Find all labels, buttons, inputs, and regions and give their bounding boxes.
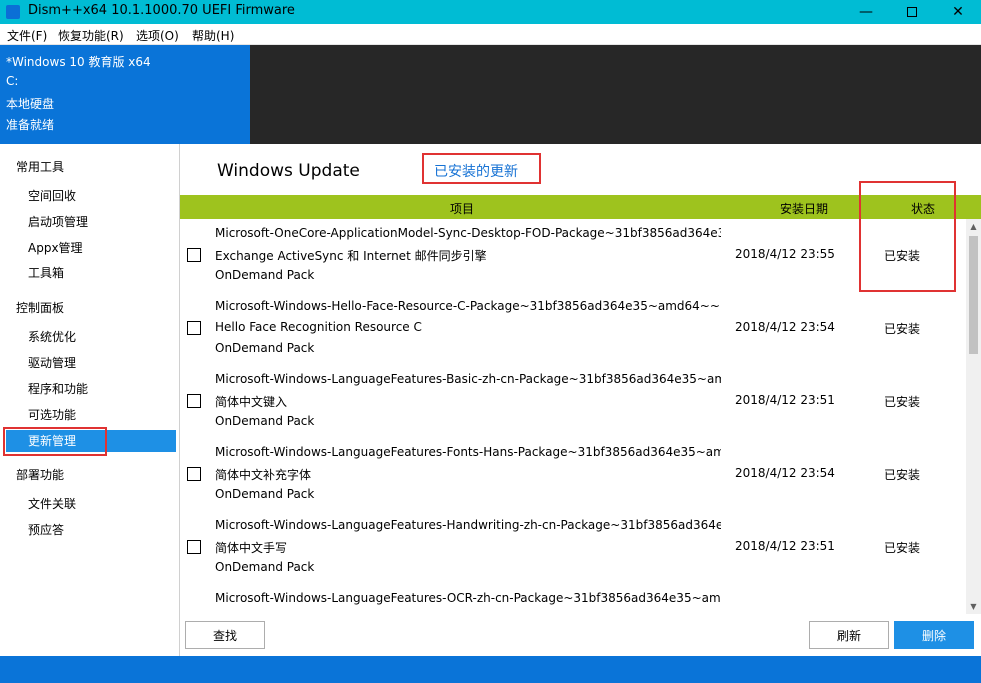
maximize-button[interactable] xyxy=(889,0,935,24)
column-header-date[interactable]: 安装日期 xyxy=(780,200,828,217)
column-header-item[interactable]: 项目 xyxy=(450,200,474,217)
install-status: 已安装 xyxy=(884,322,921,336)
update-package-name: Microsoft-OneCore-ApplicationModel-Sync-… xyxy=(215,226,721,240)
page-title: Windows Update xyxy=(217,161,360,181)
table-row[interactable]: Microsoft-Windows-LanguageFeatures-OCR-z… xyxy=(180,584,966,614)
refresh-button[interactable]: 刷新 xyxy=(809,621,889,649)
sidebar-group-control-panel: 控制面板 xyxy=(16,301,65,315)
table-row[interactable]: Microsoft-Windows-LanguageFeatures-Handw… xyxy=(180,511,966,584)
update-description: Exchange ActiveSync 和 Internet 邮件同步引擎 xyxy=(215,249,487,263)
sidebar-item-optional-features[interactable]: 可选功能 xyxy=(6,404,176,426)
update-type: OnDemand Pack xyxy=(215,268,315,282)
title-bar: Dism++x64 10.1.1000.70 UEFI Firmware — ✕ xyxy=(0,0,981,24)
update-description: 简体中文键入 xyxy=(215,395,288,409)
status-bar xyxy=(0,656,981,683)
update-description: 简体中文手写 xyxy=(215,541,288,555)
sidebar-item-appx[interactable]: Appx管理 xyxy=(6,237,176,259)
scroll-down-icon[interactable]: ▼ xyxy=(966,599,981,614)
update-package-name: Microsoft-Windows-LanguageFeatures-OCR-z… xyxy=(215,591,721,605)
scroll-up-icon[interactable]: ▲ xyxy=(966,219,981,234)
menu-file[interactable]: 文件(F) xyxy=(7,27,47,44)
highlight-box-tab xyxy=(422,153,541,184)
sidebar-item-programs[interactable]: 程序和功能 xyxy=(6,378,176,400)
menu-options[interactable]: 选项(O) xyxy=(136,27,179,44)
table-row[interactable]: Microsoft-OneCore-ApplicationModel-Sync-… xyxy=(180,219,966,292)
close-button[interactable]: ✕ xyxy=(935,0,981,24)
menu-recovery[interactable]: 恢复功能(R) xyxy=(58,27,124,44)
list-scrollbar[interactable]: ▲ ▼ xyxy=(966,219,981,614)
main-panel: Windows Update 已安装的更新 项目 安装日期 状态 Microso… xyxy=(180,144,981,656)
table-row[interactable]: Microsoft-Windows-LanguageFeatures-Fonts… xyxy=(180,438,966,511)
highlight-box-status xyxy=(859,181,956,292)
install-date: 2018/4/12 23:51 xyxy=(735,393,835,407)
install-date: 2018/4/12 23:55 xyxy=(735,247,835,261)
update-list: Microsoft-OneCore-ApplicationModel-Sync-… xyxy=(180,219,966,614)
sidebar-item-startup[interactable]: 启动项管理 xyxy=(6,211,176,233)
maximize-icon xyxy=(907,7,917,17)
update-type: OnDemand Pack xyxy=(215,341,315,355)
update-type: OnDemand Pack xyxy=(215,487,315,501)
minimize-button[interactable]: — xyxy=(843,0,889,24)
row-checkbox[interactable] xyxy=(187,321,201,335)
update-description: 简体中文补充字体 xyxy=(215,468,312,482)
system-status: 准备就绪 xyxy=(6,118,55,132)
table-row[interactable]: Microsoft-Windows-LanguageFeatures-Basic… xyxy=(180,365,966,438)
row-checkbox[interactable] xyxy=(187,540,201,554)
session-area xyxy=(250,45,981,144)
menu-bar: 文件(F) 恢复功能(R) 选项(O) 帮助(H) xyxy=(0,24,981,45)
sidebar-group-common-tools: 常用工具 xyxy=(16,160,65,174)
delete-button[interactable]: 删除 xyxy=(894,621,974,649)
drive-letter: C: xyxy=(6,74,19,88)
menu-help[interactable]: 帮助(H) xyxy=(192,27,234,44)
os-name: *Windows 10 教育版 x64 xyxy=(6,55,151,69)
update-type: OnDemand Pack xyxy=(215,414,315,428)
install-date: 2018/4/12 23:51 xyxy=(735,539,835,553)
sidebar-item-toolbox[interactable]: 工具箱 xyxy=(6,262,176,284)
update-package-name: Microsoft-Windows-Hello-Face-Resource-C-… xyxy=(215,299,721,313)
find-button[interactable]: 查找 xyxy=(185,621,265,649)
install-status: 已安装 xyxy=(884,395,921,409)
install-status: 已安装 xyxy=(884,541,921,555)
sidebar-item-space-cleanup[interactable]: 空间回收 xyxy=(6,185,176,207)
update-package-name: Microsoft-Windows-LanguageFeatures-Handw… xyxy=(215,518,721,532)
sidebar-item-file-associations[interactable]: 文件关联 xyxy=(6,493,176,515)
update-type: OnDemand Pack xyxy=(215,560,315,574)
sidebar-item-drivers[interactable]: 驱动管理 xyxy=(6,352,176,374)
window-title: Dism++x64 10.1.1000.70 UEFI Firmware xyxy=(28,3,295,18)
install-date: 2018/4/12 23:54 xyxy=(735,466,835,480)
sidebar-item-optimize[interactable]: 系统优化 xyxy=(6,326,176,348)
sidebar-item-answer-file[interactable]: 预应答 xyxy=(6,519,176,541)
highlight-box-updates xyxy=(3,427,107,456)
install-date: 2018/4/12 23:54 xyxy=(735,320,835,334)
update-package-name: Microsoft-Windows-LanguageFeatures-Basic… xyxy=(215,372,721,386)
app-icon xyxy=(6,5,20,19)
row-checkbox[interactable] xyxy=(187,467,201,481)
disk-type: 本地硬盘 xyxy=(6,97,55,111)
system-info-panel[interactable]: *Windows 10 教育版 x64 C: 本地硬盘 准备就绪 xyxy=(0,45,250,144)
update-package-name: Microsoft-Windows-LanguageFeatures-Fonts… xyxy=(215,445,721,459)
sidebar-group-deployment: 部署功能 xyxy=(16,468,65,482)
scroll-thumb[interactable] xyxy=(969,236,978,354)
row-checkbox[interactable] xyxy=(187,248,201,262)
install-status: 已安装 xyxy=(884,468,921,482)
table-row[interactable]: Microsoft-Windows-Hello-Face-Resource-C-… xyxy=(180,292,966,365)
sidebar: 常用工具 空间回收 启动项管理 Appx管理 工具箱 控制面板 系统优化 驱动管… xyxy=(0,144,180,656)
row-checkbox[interactable] xyxy=(187,394,201,408)
update-description: Hello Face Recognition Resource C xyxy=(215,320,422,334)
